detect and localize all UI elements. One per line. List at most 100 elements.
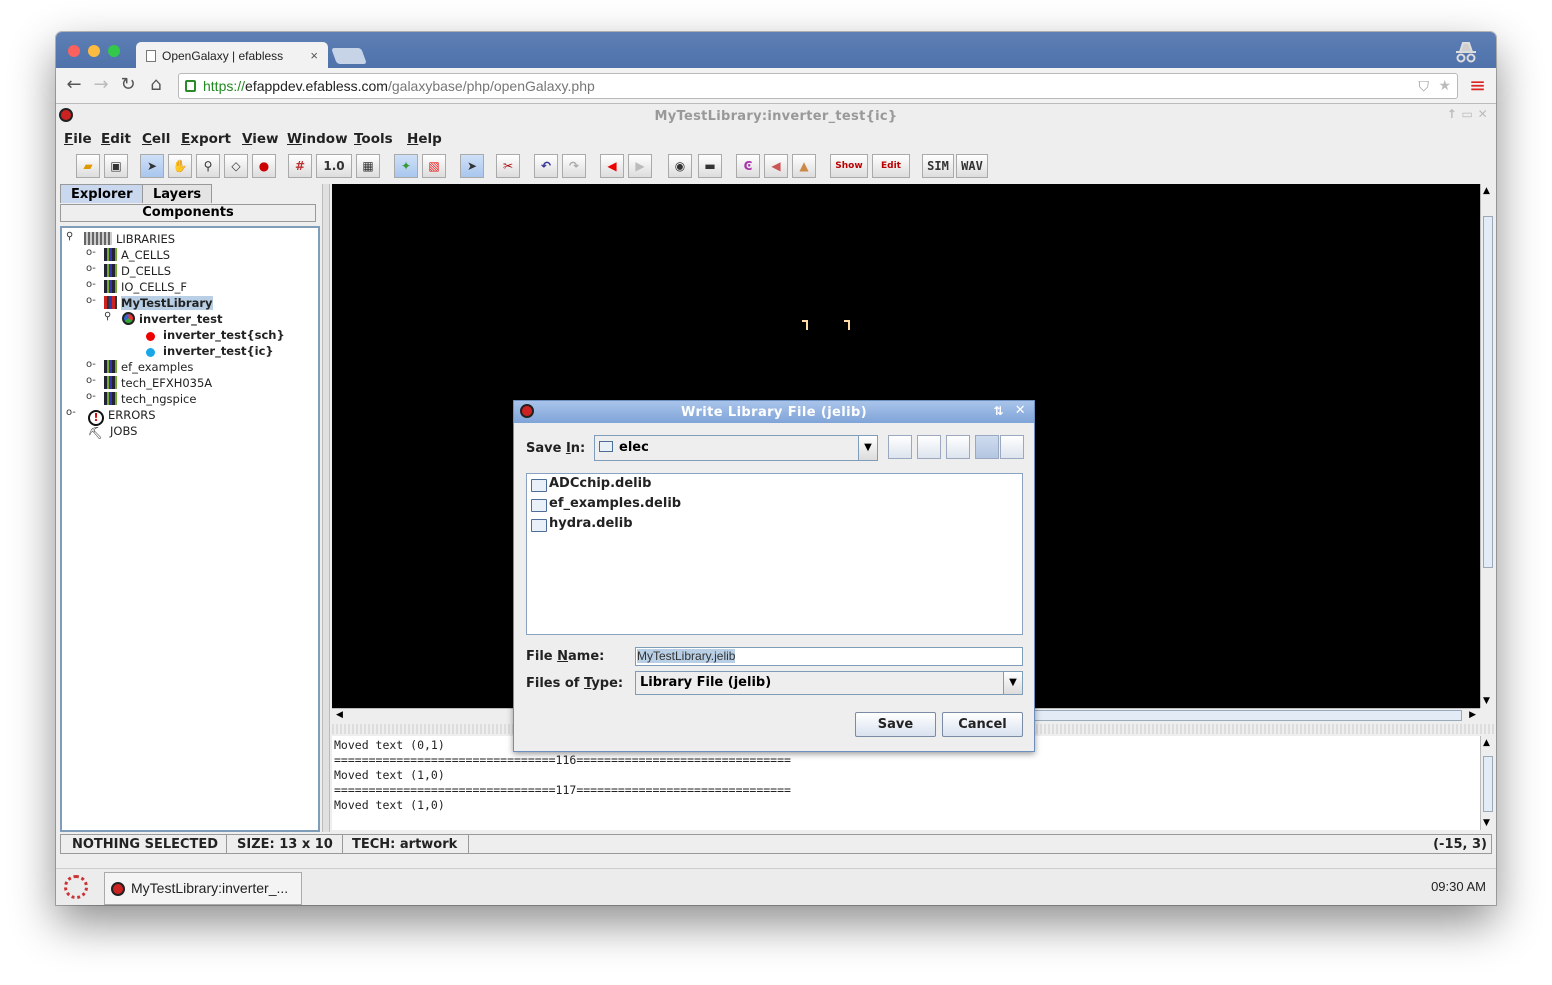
tree-expand-handle[interactable]: o-	[66, 407, 76, 418]
taskbar-window-button[interactable]: MyTestLibrary:inverter_...	[104, 872, 302, 905]
browser-menu-icon[interactable]: ≡	[1469, 75, 1486, 95]
scroll-thumb[interactable]	[1483, 216, 1493, 568]
file-name-input[interactable]: MyTestLibrary.jelib	[635, 647, 1023, 666]
back-arrow-icon[interactable]: ←	[64, 76, 84, 94]
file-item[interactable]: ef_examples.delib	[531, 496, 681, 514]
tree-item-inverter-test-ic[interactable]: inverter_test{ic}	[144, 343, 274, 359]
tree-item-libraries[interactable]: LIBRARIES	[84, 231, 175, 247]
menu-window[interactable]: Window	[287, 131, 348, 147]
tree-expand-handle[interactable]: o-	[86, 359, 96, 370]
arc-tool-icon[interactable]: ✦	[394, 154, 418, 178]
select-tool-icon[interactable]: ➤	[140, 154, 164, 178]
place-node-icon[interactable]: ▧	[422, 154, 446, 178]
tree-item-mytestlibrary[interactable]: MyTestLibrary	[104, 295, 213, 311]
select-objects-icon[interactable]: ➤	[460, 154, 484, 178]
menu-cell[interactable]: Cell	[142, 131, 170, 147]
shield-icon[interactable]: ⛉	[1419, 78, 1430, 95]
file-list[interactable]: ADCchip.delib ef_examples.delib hydra.de…	[526, 473, 1023, 635]
scroll-right-icon[interactable]: ▶	[1469, 710, 1476, 720]
close-window-icon[interactable]	[68, 45, 80, 57]
components-header[interactable]: Components	[60, 204, 316, 222]
grid-toggle-icon[interactable]: #	[288, 154, 312, 178]
chevron-down-icon[interactable]: ▼	[1003, 672, 1022, 694]
new-tab-button[interactable]	[331, 48, 367, 64]
tree-expand-handle[interactable]: o-	[86, 247, 96, 258]
tree-expand-handle[interactable]: o-	[86, 375, 96, 386]
undo-icon[interactable]: ↶	[534, 154, 558, 178]
go-back-icon[interactable]: ◀	[600, 154, 624, 178]
log-vertical-scrollbar[interactable]: ▲ ▼	[1480, 736, 1495, 830]
files-of-type-select[interactable]: Library File (jelib) ▼	[635, 671, 1023, 695]
file-item[interactable]: hydra.delib	[531, 516, 633, 534]
tree-expand-handle[interactable]: o-	[86, 391, 96, 402]
show-button[interactable]: Show	[830, 154, 868, 178]
view-cell-icon[interactable]: Ͼ	[736, 154, 760, 178]
scroll-down-icon[interactable]: ▼	[1483, 818, 1490, 828]
browser-tab[interactable]: OpenGalaxy | efabless ×	[136, 42, 328, 70]
tree-expand-handle[interactable]: o-	[86, 263, 96, 274]
scroll-down-icon[interactable]: ▼	[1483, 696, 1490, 706]
home-folder-icon[interactable]	[917, 435, 941, 459]
redo-icon[interactable]: ↷	[562, 154, 586, 178]
pan-tool-icon[interactable]: ✋	[168, 154, 192, 178]
grid-align-icon[interactable]: ▦	[356, 154, 380, 178]
url-field[interactable]: https://efappdev.efabless.com/galaxybase…	[178, 73, 1458, 99]
open-library-icon[interactable]: ▰	[76, 154, 100, 178]
sim-button[interactable]: SIM	[922, 154, 954, 178]
tree-item-tech-efxh035a[interactable]: tech_EFXH035A	[104, 375, 212, 391]
reload-icon[interactable]: ↻	[118, 76, 138, 94]
tree-item-tech-ngspice[interactable]: tech_ngspice	[104, 391, 196, 407]
up-folder-icon[interactable]	[888, 435, 912, 459]
tab-close-icon[interactable]: ×	[310, 48, 318, 63]
tree-item-inverter-test[interactable]: inverter_test	[122, 311, 222, 327]
tree-item-d-cells[interactable]: D_CELLS	[104, 263, 171, 279]
save-in-select[interactable]: elec ▼	[594, 435, 878, 461]
outline-tool-icon[interactable]: ◇	[224, 154, 248, 178]
scroll-thumb[interactable]	[1483, 756, 1493, 812]
dialog-maximize-icon[interactable]: ⇅	[994, 404, 1004, 418]
minimize-window-icon[interactable]	[88, 45, 100, 57]
wav-button[interactable]: WAV	[956, 154, 988, 178]
view-layout-icon[interactable]: ◀	[764, 154, 788, 178]
scroll-up-icon[interactable]: ▲	[1483, 186, 1490, 196]
scroll-left-icon[interactable]: ◀	[336, 710, 343, 720]
maximize-window-icon[interactable]	[108, 45, 120, 57]
unexpand-icon[interactable]: ▬	[698, 154, 722, 178]
menu-view[interactable]: View	[242, 131, 278, 147]
menu-tools[interactable]: Tools	[354, 131, 393, 147]
cancel-button[interactable]: Cancel	[942, 712, 1023, 737]
details-view-icon[interactable]	[1000, 435, 1024, 459]
file-item[interactable]: ADCchip.delib	[531, 476, 651, 494]
chevron-down-icon[interactable]: ▼	[858, 436, 877, 460]
canvas-vertical-scrollbar[interactable]: ▲ ▼	[1480, 184, 1495, 708]
tree-item-jobs[interactable]: ⛏ JOBS	[88, 423, 137, 440]
special-select-icon[interactable]: ✂	[496, 154, 520, 178]
view-3d-icon[interactable]: ▲	[792, 154, 816, 178]
window-controls-icon[interactable]: ↑ ▭ ✕	[1447, 107, 1488, 121]
edit-button[interactable]: Edit	[872, 154, 910, 178]
tree-expand-handle[interactable]: ⚲	[66, 231, 73, 242]
list-view-icon[interactable]	[975, 435, 999, 459]
save-button[interactable]: Save	[855, 712, 936, 737]
dialog-close-icon[interactable]: ✕	[1015, 403, 1026, 418]
tab-layers[interactable]: Layers	[142, 184, 213, 203]
splitter-handle[interactable]	[322, 184, 330, 832]
zoom-tool-icon[interactable]: ⚲	[196, 154, 220, 178]
tab-explorer[interactable]: Explorer	[60, 184, 144, 203]
measure-tool-icon[interactable]: ●	[252, 154, 276, 178]
tree-item-io-cells[interactable]: IO_CELLS_F	[104, 279, 187, 295]
menu-edit[interactable]: Edit	[101, 131, 131, 147]
start-menu-icon[interactable]	[64, 875, 88, 899]
tree-expand-handle[interactable]: o-	[86, 295, 96, 306]
tree-item-a-cells[interactable]: A_CELLS	[104, 247, 170, 263]
star-icon[interactable]: ★	[1438, 77, 1451, 94]
menu-file[interactable]: File	[64, 131, 92, 147]
forward-arrow-icon[interactable]: →	[91, 76, 111, 94]
go-forward-icon[interactable]: ▶	[628, 154, 652, 178]
menu-help[interactable]: Help	[407, 131, 442, 147]
home-icon[interactable]: ⌂	[146, 76, 166, 94]
menu-export[interactable]: Export	[181, 131, 231, 147]
tree-item-inverter-test-sch[interactable]: inverter_test{sch}	[144, 327, 285, 343]
grid-scale-button[interactable]: 1.0	[316, 154, 352, 178]
tree-item-ef-examples[interactable]: ef_examples	[104, 359, 193, 375]
